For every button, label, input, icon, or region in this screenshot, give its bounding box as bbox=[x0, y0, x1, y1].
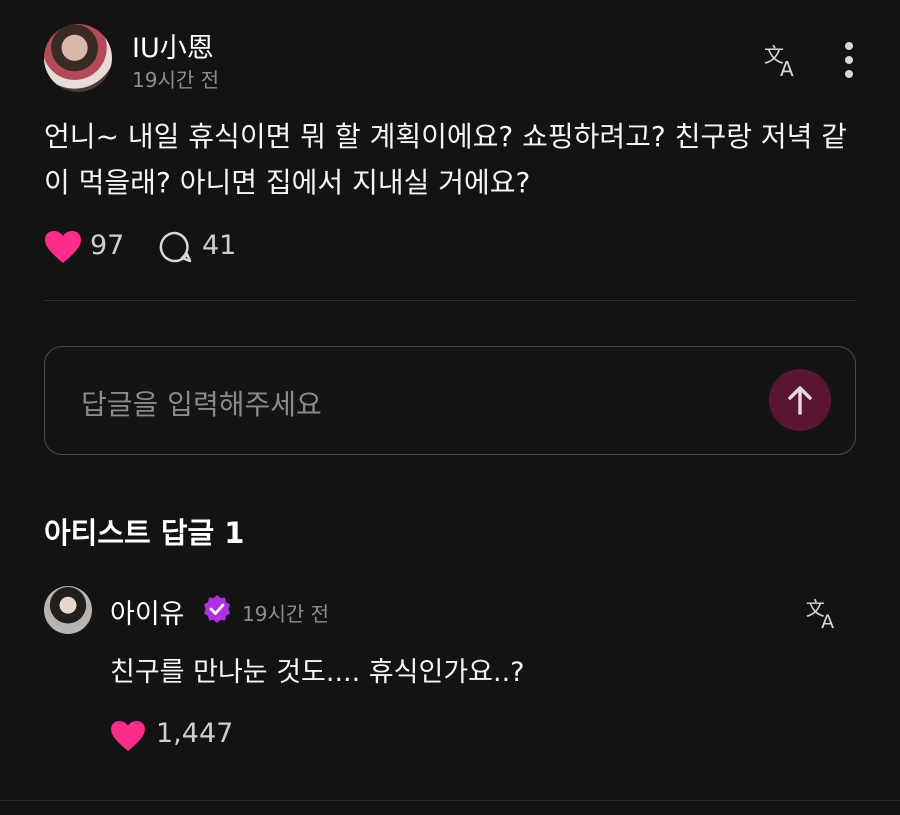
comment-count: 41 bbox=[202, 230, 237, 261]
svg-text:A: A bbox=[780, 57, 794, 80]
artist-reply-time: 19시간 전 bbox=[242, 602, 330, 626]
more-vertical-icon bbox=[845, 42, 853, 78]
artist-name[interactable]: 아이유 bbox=[110, 592, 185, 631]
reply-translate-button[interactable]: 文 A bbox=[804, 594, 842, 633]
like-count: 97 bbox=[90, 230, 125, 261]
svg-text:A: A bbox=[821, 611, 834, 632]
artist-avatar[interactable] bbox=[44, 586, 92, 634]
artist-reply-like-count: 1,447 bbox=[156, 718, 234, 749]
post-text: 언니~ 내일 휴식이면 뭐 할 계획이에요? 쇼핑하려고? 친구랑 저녁 같이 … bbox=[44, 120, 848, 199]
post-header: IU小恩 19시간 전 文 A bbox=[44, 24, 864, 94]
arrow-up-icon bbox=[788, 386, 812, 415]
artist-replies-heading: 아티스트 답글 1 bbox=[44, 516, 245, 550]
divider bbox=[0, 800, 900, 801]
author-avatar[interactable] bbox=[44, 24, 112, 92]
heart-icon[interactable] bbox=[110, 720, 146, 752]
comment-icon[interactable] bbox=[158, 230, 192, 264]
send-reply-button[interactable] bbox=[769, 369, 831, 431]
translate-icon: 文 A bbox=[764, 43, 794, 81]
translate-icon: 文 A bbox=[806, 598, 834, 633]
post-stats: 97 41 bbox=[44, 228, 444, 268]
more-options-button[interactable] bbox=[834, 38, 864, 82]
artist-reply: 아이유 19시간 전 文 A 친구를 만나눈 것도.... 휴식인가요..? 1… bbox=[44, 586, 856, 766]
author-name[interactable]: IU小恩 bbox=[132, 26, 214, 65]
heart-icon[interactable] bbox=[44, 230, 82, 264]
reply-input-box[interactable]: 답글을 입력해주세요 bbox=[44, 346, 856, 455]
artist-reply-text: 친구를 만나눈 것도.... 휴식인가요..? bbox=[110, 657, 525, 688]
post-time: 19시간 전 bbox=[132, 68, 220, 92]
reply-input-placeholder[interactable]: 답글을 입력해주세요 bbox=[81, 383, 322, 423]
divider bbox=[44, 300, 856, 301]
verified-badge-icon bbox=[204, 595, 230, 623]
translate-button[interactable]: 文 A bbox=[762, 40, 802, 81]
